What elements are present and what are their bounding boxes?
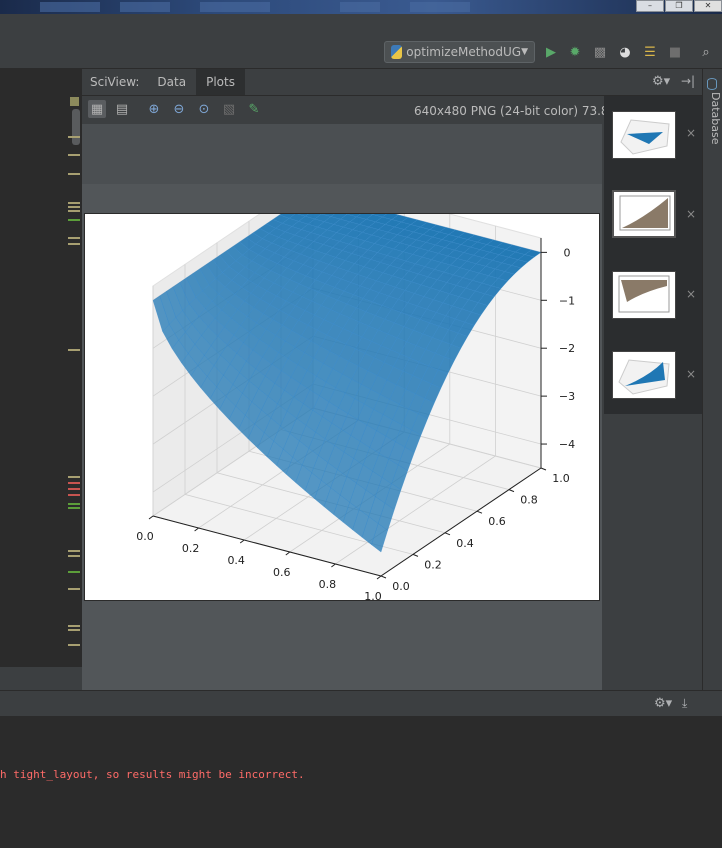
concurrency-icon[interactable]: ☰ — [642, 44, 658, 60]
checkerboard-background-icon[interactable]: ▦ — [88, 100, 106, 118]
sciview-header: SciView: Data Plots — [82, 69, 702, 96]
y-tick — [412, 553, 419, 557]
plot-viewport-shade — [82, 124, 602, 184]
menu-strip — [0, 14, 722, 39]
editor-scrollbar[interactable] — [72, 109, 80, 145]
profile-icon[interactable]: ◕ — [617, 44, 633, 60]
color-picker-icon[interactable]: ✎ — [245, 100, 263, 118]
x-tick-label: 0.4 — [227, 554, 245, 567]
thumbnail-panel-empty — [604, 414, 702, 690]
sciview-settings-icon[interactable]: ⚙▾ — [652, 74, 670, 89]
close-window-button[interactable]: ✕ — [694, 0, 722, 12]
maximize-button[interactable]: ❐ — [665, 0, 693, 12]
console-output[interactable] — [0, 716, 722, 848]
close-thumbnail-icon[interactable]: × — [686, 367, 696, 381]
python-icon — [391, 45, 403, 59]
minimize-button[interactable]: – — [636, 0, 664, 12]
coverage-icon[interactable]: ▩ — [592, 44, 608, 60]
stop-icon[interactable]: ■ — [667, 44, 683, 60]
tab-data[interactable]: Data — [147, 69, 196, 95]
y-tick-label: 0.0 — [392, 580, 410, 593]
plot-image: 0.0 0.2 0.4 0.6 0.8 1.0 0.0 0.2 0.4 0.6 0.8 1.0 0 −1 −… — [84, 177, 600, 603]
surface-plot: 0.0 0.2 0.4 0.6 0.8 1.0 0.0 0.2 0.4 0.6 0.8 1.0 0 −1 −… — [136, 177, 575, 603]
x-tick-label: 0.6 — [273, 566, 291, 579]
x-tick — [376, 575, 382, 580]
image-info-label: 640x480 PNG (24-bit color) 73.85KB — [414, 104, 633, 118]
plot-thumbnail[interactable] — [612, 190, 676, 238]
console-warning-line: h tight_layout, so results might be inco… — [0, 768, 305, 781]
plot-thumbnail-list: × × × × — [604, 96, 702, 414]
fit-to-window-icon[interactable]: ▧ — [220, 100, 238, 118]
hide-panel-icon[interactable]: →| — [681, 74, 695, 88]
x-tick — [194, 527, 199, 532]
run-panel-settings-icon[interactable]: ⚙▾ — [654, 696, 672, 711]
x-tick — [239, 539, 245, 544]
y-tick — [508, 489, 515, 493]
x-tick — [331, 563, 336, 568]
run-configuration-select[interactable]: optimizeMethodUG ▼ — [384, 41, 535, 63]
inspection-marker[interactable] — [70, 97, 79, 106]
x-tick-label: 0.8 — [319, 578, 337, 591]
y-tick — [380, 575, 387, 579]
y-tick — [540, 467, 547, 471]
run-panel-header — [0, 690, 722, 717]
x-tick — [285, 551, 291, 556]
database-tool-tab[interactable]: Database — [702, 92, 722, 145]
x-tick-label: 1.0 — [364, 590, 382, 600]
grid-toggle-icon[interactable]: ▤ — [113, 100, 131, 118]
y-tick-label: 0.2 — [424, 558, 442, 571]
tab-plots[interactable]: Plots — [196, 69, 245, 95]
editor-gutter — [0, 69, 82, 667]
right-tool-strip — [702, 69, 722, 690]
z-tick-label: −4 — [559, 438, 575, 451]
zoom-in-icon[interactable]: ⊕ — [145, 100, 163, 118]
x-tick — [148, 515, 154, 520]
plot-thumbnail[interactable] — [612, 351, 676, 399]
x-tick-label: 0.2 — [182, 542, 200, 555]
y-tick — [444, 532, 451, 536]
chevron-down-icon: ▼ — [521, 47, 528, 57]
y-tick-label: 0.4 — [456, 537, 474, 550]
os-taskbar — [0, 0, 722, 14]
z-tick-label: −3 — [559, 390, 575, 403]
search-icon[interactable]: ⌕ — [698, 44, 714, 60]
run-configuration-label: optimizeMethodUG — [406, 45, 522, 59]
database-icon[interactable] — [707, 78, 717, 90]
y-tick-label: 0.8 — [520, 494, 538, 507]
download-icon[interactable]: ⤓ — [682, 696, 687, 711]
z-tick-label: −2 — [559, 342, 575, 355]
close-thumbnail-icon[interactable]: × — [686, 126, 696, 140]
close-thumbnail-icon[interactable]: × — [686, 287, 696, 301]
plot-thumbnail[interactable] — [612, 111, 676, 159]
window-controls: – ❐ ✕ — [635, 0, 722, 12]
debug-icon[interactable]: ✹ — [567, 44, 583, 60]
y-tick-label: 1.0 — [552, 472, 570, 485]
z-tick-label: −1 — [559, 294, 575, 307]
close-thumbnail-icon[interactable]: × — [686, 207, 696, 221]
z-tick-label: 0 — [564, 246, 571, 259]
sciview-title: SciView: — [90, 75, 140, 89]
actual-size-icon[interactable]: ⊙ — [195, 100, 213, 118]
y-tick — [476, 510, 483, 514]
plot-thumbnail[interactable] — [612, 271, 676, 319]
y-tick-label: 0.6 — [488, 515, 506, 528]
x-tick-label: 0.0 — [136, 530, 154, 543]
zoom-out-icon[interactable]: ⊖ — [170, 100, 188, 118]
main-toolbar — [0, 38, 722, 69]
run-icon[interactable]: ▶ — [543, 44, 559, 60]
